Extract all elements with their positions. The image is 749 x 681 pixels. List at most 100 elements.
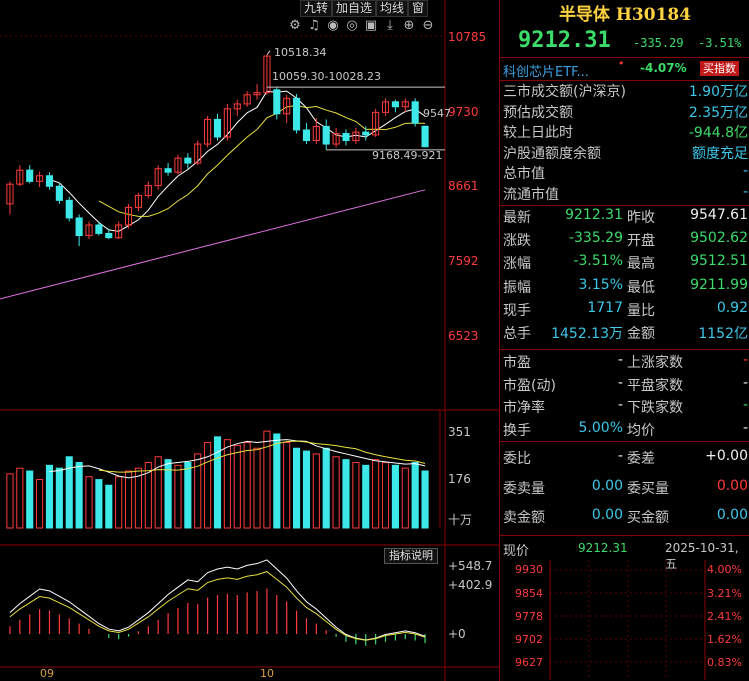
order-row: 委卖量 0.00 委买量 0.00 <box>500 478 749 499</box>
volume-bar <box>342 459 350 529</box>
field-label: 量比 <box>627 302 655 319</box>
volume-bar <box>233 444 241 529</box>
image-icon[interactable]: ▣ <box>364 19 378 33</box>
kline-chart-area[interactable]: 九转 加自选 均线 窗 ⚙ ♫ ◉ ◎ ▣ ⤓ ⊕ ⊖ 10785 9730 8… <box>0 0 499 681</box>
field-value: 9212.31 <box>565 207 623 223</box>
right-price-annotation: 9547 <box>423 107 451 120</box>
valuation-row: 市净率 - 下跌家数 - <box>500 397 749 418</box>
volume-bar <box>273 433 281 529</box>
mini-pct-label: 3.21% <box>707 587 742 600</box>
field-label: 上涨家数 <box>627 355 683 371</box>
field-label: 总手 <box>503 326 531 342</box>
download-icon[interactable]: ⤓ <box>383 19 397 33</box>
candle <box>65 199 73 219</box>
bell-icon[interactable]: ♫ <box>307 19 321 33</box>
field-label: 委差 <box>627 451 655 467</box>
volume-bar <box>16 467 24 529</box>
etf-name[interactable]: 科创芯片ETF... <box>503 61 589 80</box>
target-icon[interactable]: ◎ <box>345 19 359 33</box>
volume-bar <box>411 461 419 529</box>
candle <box>322 125 330 145</box>
volume-bar <box>223 439 231 529</box>
info-value: - <box>742 183 748 200</box>
candle <box>293 97 301 131</box>
window-button[interactable]: 窗 <box>408 0 429 17</box>
price-axis-label: 8661 <box>448 179 479 193</box>
field-label: 委卖量 <box>503 480 545 497</box>
price-change: -335.29 <box>633 36 684 50</box>
field-value: 0.00 <box>591 507 623 523</box>
candle <box>411 101 419 124</box>
price-axis-label: 10785 <box>448 30 487 44</box>
volume-bar <box>362 464 370 529</box>
field-label: 下跌家数 <box>627 400 683 417</box>
add-watchlist-button[interactable]: 加自选 <box>332 0 377 17</box>
order-row: 委比 - 委差 +0.00 <box>500 448 749 469</box>
range-high-annotation: 10059.30-10028.23 <box>272 70 381 83</box>
volume-bar <box>95 479 103 529</box>
plus-icon[interactable]: ⊕ <box>402 19 416 33</box>
field-label: 金额 <box>627 326 655 342</box>
candle <box>105 232 113 239</box>
field-label: 委买量 <box>627 480 669 497</box>
field-value: +0.00 <box>705 448 748 464</box>
valuation-row: 市盈(动) - 平盘家数 - <box>500 375 749 396</box>
mini-label: 现价 <box>503 544 530 559</box>
quote-row: 振幅 3.15% 最低 9211.99 <box>500 277 749 298</box>
current-price: 9212.31 <box>518 28 611 53</box>
info-value: -944.8亿 <box>688 125 748 141</box>
candle <box>391 101 399 108</box>
candle <box>75 217 83 237</box>
volume-unit-label: 十万 <box>448 513 473 527</box>
valuation-row: 换手 5.00% 均价 - <box>500 420 749 441</box>
volume-bar <box>381 461 390 529</box>
volume-bar <box>372 459 380 529</box>
range-low-annotation: 9168.49-921 <box>372 149 443 162</box>
field-label: 最低 <box>627 279 655 296</box>
candle <box>55 185 63 201</box>
quote-panel: 半导体 H30184 9212.31 -335.29 -3.51% 科创芯片ET… <box>499 0 749 681</box>
etf-dot: • <box>618 57 625 70</box>
volume-bar <box>85 476 93 529</box>
minus-icon[interactable]: ⊖ <box>421 19 435 33</box>
volume-bar <box>243 442 251 529</box>
index-title: 半导体 H30184 <box>558 5 692 25</box>
volume-bar <box>322 447 330 529</box>
price-axis-label: 7592 <box>448 254 479 268</box>
field-value: 3.15% <box>578 276 623 293</box>
field-value: - <box>742 419 748 436</box>
info-value: - <box>742 163 748 179</box>
field-value: - <box>742 352 748 368</box>
info-row: 三市成交额(沪深京) 1.90万亿 <box>500 81 749 102</box>
month-label: 09 <box>40 667 54 680</box>
kline-svg[interactable] <box>0 0 499 681</box>
volume-bar <box>391 464 399 529</box>
field-value: 9547.61 <box>690 207 748 223</box>
field-label: 现手 <box>503 302 531 319</box>
candle <box>213 118 222 138</box>
candle <box>421 125 429 148</box>
gear-icon[interactable]: ⚙ <box>288 19 302 33</box>
info-value: 额度充足 <box>692 145 748 162</box>
info-key: 三市成交额(沪深京) <box>503 84 626 100</box>
field-label: 委比 <box>503 451 531 467</box>
moving-average-button[interactable]: 均线 <box>376 0 409 17</box>
volume-bar <box>6 473 14 529</box>
indicator-explain-button[interactable]: 指标说明 <box>384 548 438 564</box>
candle <box>45 175 54 187</box>
nine-turn-button[interactable]: 九转 <box>300 0 333 17</box>
order-row: 卖金额 0.00 买金额 0.00 <box>500 507 749 528</box>
field-value: 0.00 <box>716 477 748 494</box>
volume-bar <box>124 470 133 529</box>
candle <box>26 169 34 182</box>
field-value: 0.00 <box>716 507 748 523</box>
divider <box>500 535 749 536</box>
field-label: 振幅 <box>503 279 531 296</box>
field-label: 均价 <box>627 422 655 439</box>
field-value: 9502.62 <box>690 230 748 247</box>
volume-bar <box>283 442 291 529</box>
etf-row[interactable]: 科创芯片ETF... • -4.07% 买指数 <box>500 57 749 81</box>
info-row: 总市值 - <box>500 163 749 184</box>
buy-index-button[interactable]: 买指数 <box>700 61 739 76</box>
eye-icon[interactable]: ◉ <box>326 19 340 33</box>
